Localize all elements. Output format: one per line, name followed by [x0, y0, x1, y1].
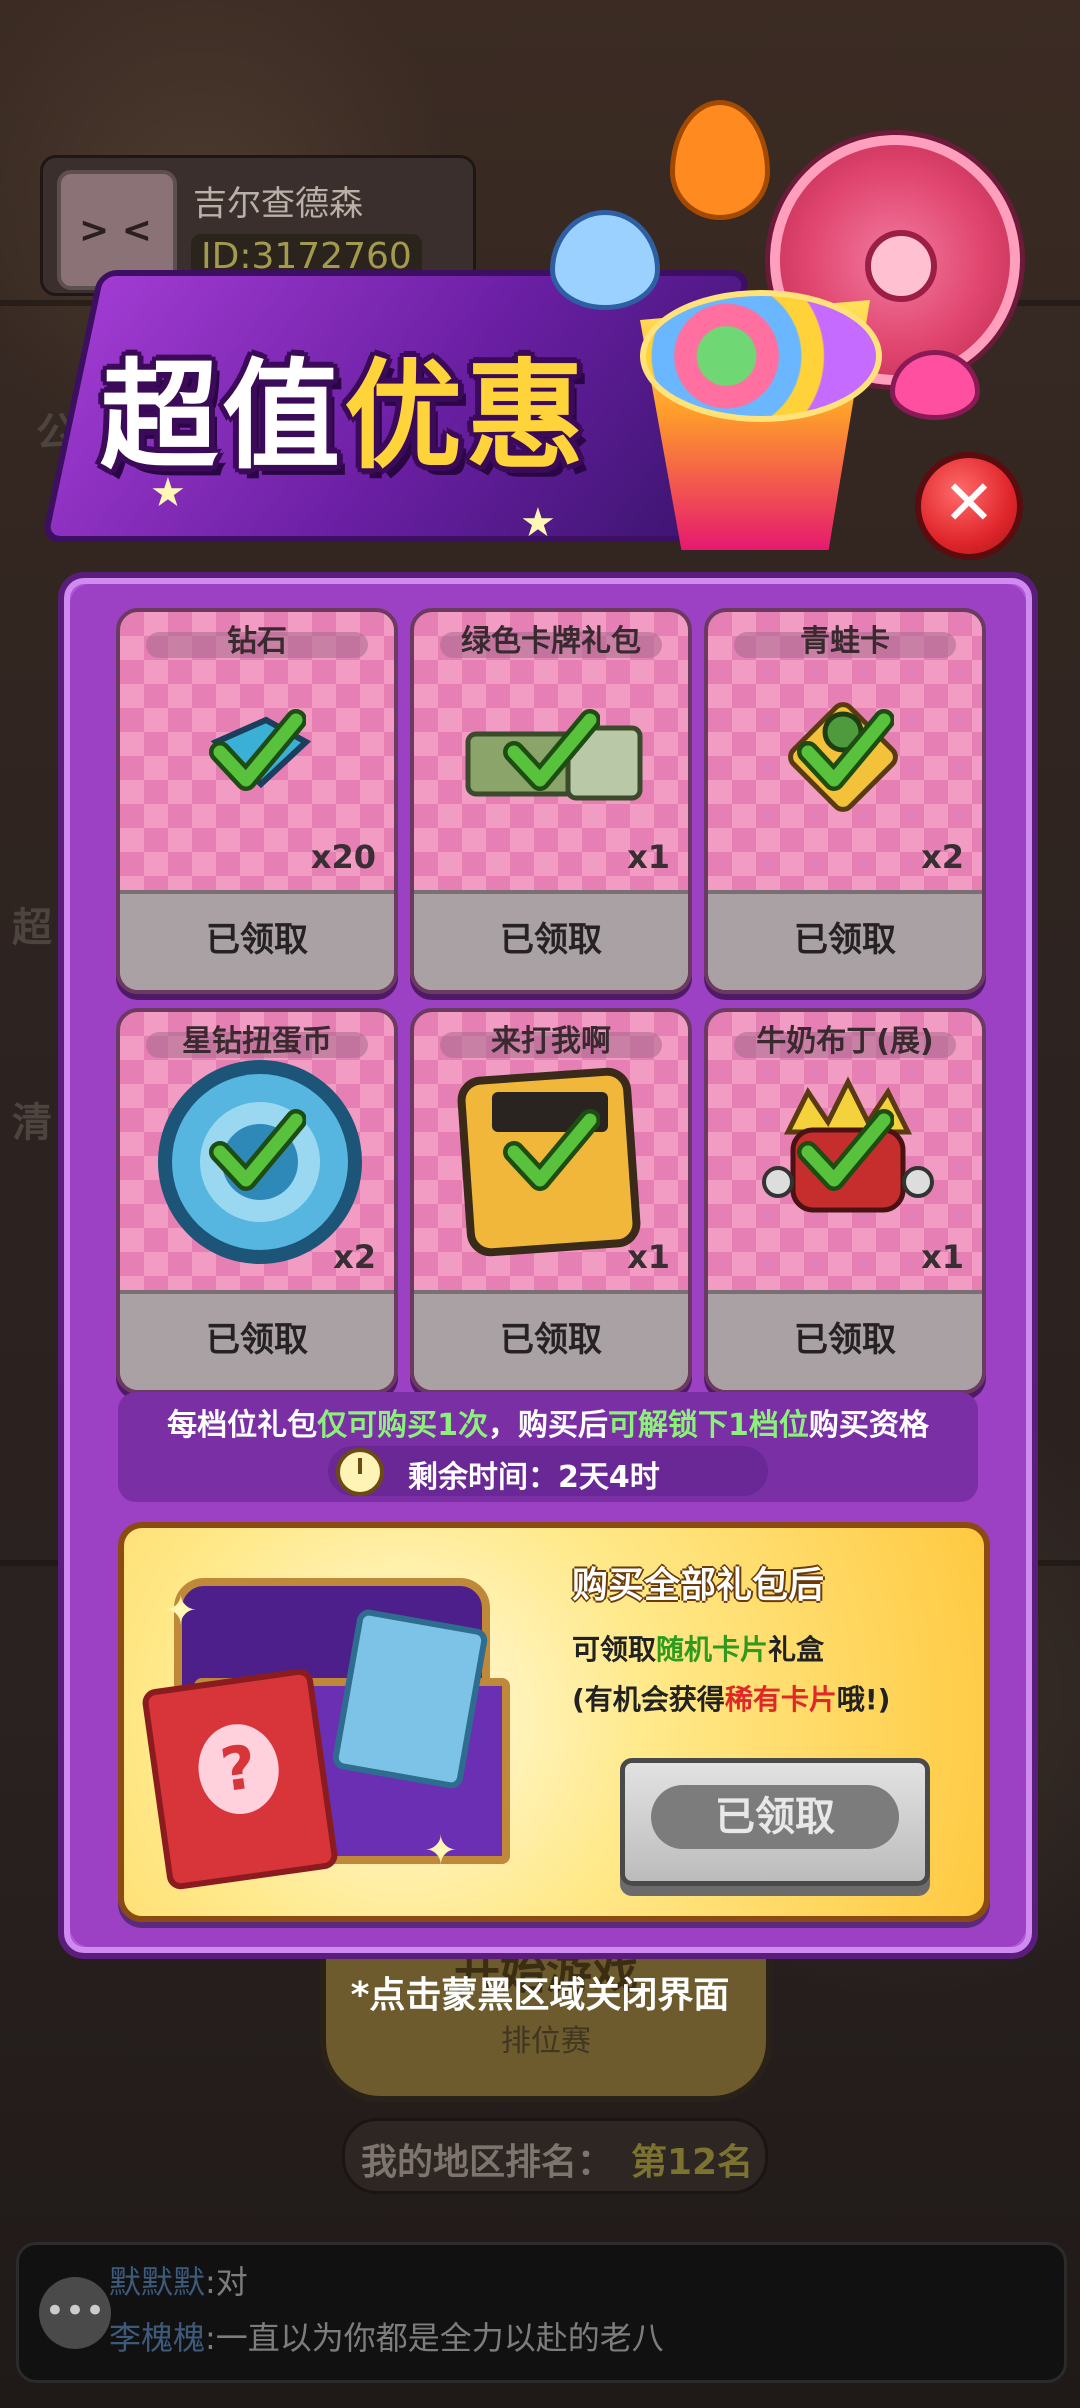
side-label: 超: [12, 905, 52, 951]
item-name: 钻石: [227, 624, 287, 659]
claimed-button[interactable]: 已领取: [414, 1290, 688, 1390]
banner-title-yellow: 优惠: [344, 347, 589, 485]
ranked-mode-label: 排位赛: [501, 2024, 591, 2059]
claimed-button[interactable]: 已领取: [120, 1290, 394, 1390]
candy-icon: [640, 290, 882, 422]
gift-item-card: 绿色卡牌礼包 x1 已领取: [410, 608, 692, 994]
item-quantity: x20: [310, 838, 376, 876]
close-hint-text: *点击蒙黑区域关闭界面: [350, 1975, 730, 2016]
bonus-title: 购买全部礼包后: [572, 1565, 825, 1606]
bonus-text: 可领取: [572, 1633, 657, 1666]
gift-item-card: 钻石 x20 已领取: [116, 608, 398, 994]
checkmark-icon: [503, 1109, 600, 1191]
player-name: 吉尔查德森: [193, 184, 363, 224]
rank-label: 我的地区排名：: [361, 2142, 614, 2183]
item-quantity: x2: [333, 1238, 376, 1276]
chat-sender: 默默默: [109, 2263, 206, 2301]
question-mark-icon: ?: [192, 1718, 285, 1820]
rule-highlight: 仅可购买1次: [317, 1408, 488, 1443]
item-quantity: x1: [627, 1238, 670, 1276]
purchase-rule-bar: 每档位礼包仅可购买1次，购买后可解锁下1档位购买资格 剩余时间：2天4时: [118, 1392, 978, 1502]
checkmark-icon: [209, 1109, 306, 1191]
bonus-rare-highlight: 稀有卡片: [724, 1683, 837, 1716]
rule-part: 每档位礼包: [167, 1408, 318, 1443]
chat-box: ••• 默默默:对 李槐槐:一直以为你都是全力以赴的老八: [16, 2242, 1067, 2383]
remaining-time-bar: 剩余时间：2天4时: [328, 1446, 768, 1496]
bonus-desc-line: 可领取随机卡片礼盒: [572, 1628, 824, 1668]
gift-item-card: 牛奶布丁(展) x1 已领取: [704, 1008, 986, 1394]
item-quantity: x2: [921, 838, 964, 876]
mystery-card-red-icon: ?: [140, 1667, 340, 1891]
regional-rank-bar: 我的地区排名： 第12名: [342, 2118, 768, 2194]
side-label: 清: [12, 1100, 52, 1146]
rule-part: 购买资格: [808, 1408, 929, 1443]
mystery-card-blue-icon: [330, 1607, 490, 1791]
chat-text: :对: [205, 2263, 248, 2301]
bonus-highlight: 随机卡片: [656, 1633, 769, 1666]
item-name: 来打我啊: [491, 1024, 611, 1059]
sparkle-icon: ✦: [424, 1828, 458, 1874]
item-quantity: x1: [627, 838, 670, 876]
purchase-rule-text: 每档位礼包仅可购买1次，购买后可解锁下1档位购买资格: [118, 1400, 978, 1444]
close-icon: ✕: [943, 466, 995, 539]
claimed-button[interactable]: 已领取: [120, 890, 394, 990]
remaining-time-label: 剩余时间：2天4时: [408, 1460, 660, 1495]
item-name: 牛奶布丁(展): [756, 1024, 934, 1059]
claimed-button[interactable]: 已领取: [708, 890, 982, 990]
bonus-claimed-label: 已领取: [651, 1785, 899, 1849]
checkmark-icon: [503, 709, 600, 791]
bonus-desc-line: (有机会获得稀有卡片哦!): [572, 1678, 890, 1718]
bonus-text: 礼盒: [768, 1633, 825, 1666]
bonus-reward-box: ? ✦ ✦ 购买全部礼包后 可领取随机卡片礼盒 (有机会获得稀有卡片哦!) 已领…: [118, 1522, 990, 1922]
banner-title-white: 超值: [100, 347, 345, 485]
rule-highlight: 可解锁下1档位: [608, 1408, 809, 1443]
gift-item-card: 青蛙卡 x2 已领取: [704, 608, 986, 994]
checkmark-icon: [797, 1109, 894, 1191]
chat-text: :一直以为你都是全力以赴的老八: [205, 2319, 664, 2357]
banner-title: 超值优惠: [100, 320, 588, 491]
claimed-button[interactable]: 已领取: [414, 890, 688, 990]
item-name: 青蛙卡: [800, 624, 890, 659]
close-button[interactable]: ✕: [915, 452, 1023, 560]
sparkle-icon: ★: [520, 500, 556, 546]
chat-message: 李槐槐:一直以为你都是全力以赴的老八: [109, 2313, 664, 2359]
checkmark-icon: [797, 709, 894, 791]
chat-sender: 李槐槐: [109, 2319, 206, 2357]
bonus-claimed-button[interactable]: 已领取: [620, 1758, 930, 1886]
gift-item-card: 星钻扭蛋币 x2 已领取: [116, 1008, 398, 1394]
bonus-text: 哦!): [836, 1683, 891, 1716]
bonus-text: (有机会获得: [572, 1683, 725, 1716]
item-name: 绿色卡牌礼包: [461, 624, 641, 659]
offer-panel: 钻石 x20 已领取 绿色卡牌礼包 x1 已领取 青蛙卡 x2 已领取 星钻扭蛋…: [58, 572, 1038, 1959]
sparkle-icon: ✦: [164, 1588, 198, 1634]
rank-value: 第12名: [631, 2142, 754, 2183]
avatar-face-icon: > <: [79, 210, 152, 251]
rule-part: ，购买后: [488, 1408, 608, 1443]
offer-panel-inner: 钻石 x20 已领取 绿色卡牌礼包 x1 已领取 青蛙卡 x2 已领取 星钻扭蛋…: [70, 584, 1026, 1947]
claimed-button[interactable]: 已领取: [708, 1290, 982, 1390]
clock-icon: [336, 1448, 384, 1496]
chat-bubble-icon: •••: [39, 2277, 111, 2349]
checkmark-icon: [209, 709, 306, 791]
chat-message: 默默默:对: [109, 2257, 248, 2303]
item-quantity: x1: [921, 1238, 964, 1276]
gift-item-card: 来打我啊 x1 已领取: [410, 1008, 692, 1394]
